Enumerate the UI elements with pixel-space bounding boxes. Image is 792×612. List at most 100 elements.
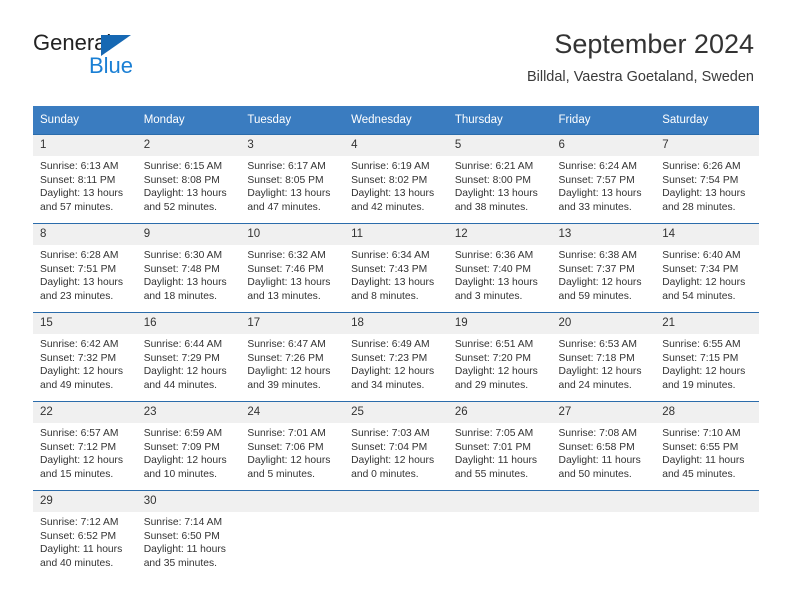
daylight-text-line2: and 23 minutes. bbox=[40, 290, 114, 302]
calendar-day-cell[interactable]: 22 Sunrise: 6:57 AM Sunset: 7:12 PM Dayl… bbox=[33, 401, 137, 491]
daylight-text-line1: Daylight: 13 hours bbox=[454, 188, 538, 200]
weekday-header-friday: Friday bbox=[551, 106, 656, 135]
day-number: 30 bbox=[136, 491, 241, 512]
calendar-day-cell[interactable]: 24 Sunrise: 7:01 AM Sunset: 7:06 PM Dayl… bbox=[240, 401, 345, 491]
calendar-day-cell[interactable]: 30 Sunrise: 7:14 AM Sunset: 6:50 PM Dayl… bbox=[136, 490, 241, 579]
daylight-text-line2: and 34 minutes. bbox=[351, 379, 425, 391]
day-number: 12 bbox=[447, 224, 552, 245]
daylight-text-line1: Daylight: 13 hours bbox=[454, 277, 538, 289]
sunrise-text: Sunrise: 6:38 AM bbox=[558, 250, 637, 261]
calendar-day-cell[interactable]: 18 Sunrise: 6:49 AM Sunset: 7:23 PM Dayl… bbox=[344, 312, 448, 402]
day-details: Sunrise: 6:24 AM Sunset: 7:57 PM Dayligh… bbox=[552, 156, 656, 214]
sunset-text: Sunset: 7:09 PM bbox=[143, 441, 220, 453]
calendar-day-cell[interactable]: 1 Sunrise: 6:13 AM Sunset: 8:11 PM Dayli… bbox=[33, 134, 137, 224]
weekday-header-wednesday: Wednesday bbox=[344, 106, 448, 135]
day-number: 9 bbox=[136, 224, 241, 245]
calendar-day-cell-empty bbox=[655, 490, 759, 579]
daylight-text-line2: and 8 minutes. bbox=[351, 290, 419, 302]
sunset-text: Sunset: 7:20 PM bbox=[454, 352, 531, 364]
daylight-text-line2: and 18 minutes. bbox=[143, 290, 217, 302]
day-number bbox=[344, 491, 448, 512]
calendar-day-cell[interactable]: 8 Sunrise: 6:28 AM Sunset: 7:51 PM Dayli… bbox=[33, 223, 137, 313]
calendar-day-cell[interactable]: 11 Sunrise: 6:34 AM Sunset: 7:43 PM Dayl… bbox=[344, 223, 448, 313]
calendar-day-cell[interactable]: 29 Sunrise: 7:12 AM Sunset: 6:52 PM Dayl… bbox=[33, 490, 137, 579]
sunrise-text: Sunrise: 6:51 AM bbox=[454, 339, 534, 350]
calendar-day-cell[interactable]: 14 Sunrise: 6:40 AM Sunset: 7:34 PM Dayl… bbox=[655, 223, 759, 313]
daylight-text-line2: and 39 minutes. bbox=[247, 379, 321, 391]
brand-logo[interactable]: General Blue bbox=[33, 30, 213, 86]
calendar-day-cell[interactable]: 27 Sunrise: 7:08 AM Sunset: 6:58 PM Dayl… bbox=[551, 401, 656, 491]
calendar-day-cell[interactable]: 23 Sunrise: 6:59 AM Sunset: 7:09 PM Dayl… bbox=[136, 401, 241, 491]
calendar-day-cell[interactable]: 28 Sunrise: 7:10 AM Sunset: 6:55 PM Dayl… bbox=[655, 401, 759, 491]
day-number: 2 bbox=[136, 135, 241, 156]
calendar-day-cell[interactable]: 17 Sunrise: 6:47 AM Sunset: 7:26 PM Dayl… bbox=[240, 312, 345, 402]
sunset-text: Sunset: 7:57 PM bbox=[558, 174, 635, 186]
calendar-day-cell[interactable]: 10 Sunrise: 6:32 AM Sunset: 7:46 PM Dayl… bbox=[240, 223, 345, 313]
sunrise-text: Sunrise: 6:17 AM bbox=[247, 161, 326, 172]
daylight-text-line1: Daylight: 13 hours bbox=[40, 277, 123, 289]
daylight-text-line1: Daylight: 13 hours bbox=[558, 188, 642, 200]
day-number: 17 bbox=[240, 313, 345, 334]
daylight-text-line2: and 38 minutes. bbox=[454, 201, 529, 213]
calendar-day-cell[interactable]: 4 Sunrise: 6:19 AM Sunset: 8:02 PM Dayli… bbox=[344, 134, 448, 224]
sunset-text: Sunset: 6:52 PM bbox=[40, 530, 117, 542]
calendar-day-cell[interactable]: 16 Sunrise: 6:44 AM Sunset: 7:29 PM Dayl… bbox=[136, 312, 241, 402]
sunrise-text: Sunrise: 6:42 AM bbox=[40, 339, 119, 350]
sunrise-text: Sunrise: 6:44 AM bbox=[143, 339, 223, 350]
calendar-day-cell-empty bbox=[447, 490, 552, 579]
calendar-day-cell[interactable]: 6 Sunrise: 6:24 AM Sunset: 7:57 PM Dayli… bbox=[551, 134, 656, 224]
calendar-page: General Blue September 2024 Billdal, Vae… bbox=[0, 0, 792, 612]
day-details: Sunrise: 6:38 AM Sunset: 7:37 PM Dayligh… bbox=[552, 245, 656, 303]
sunrise-text: Sunrise: 6:13 AM bbox=[40, 161, 119, 172]
day-number: 21 bbox=[655, 313, 759, 334]
day-details: Sunrise: 7:14 AM Sunset: 6:50 PM Dayligh… bbox=[137, 512, 241, 570]
sunrise-text: Sunrise: 7:01 AM bbox=[247, 428, 326, 439]
daylight-text-line2: and 28 minutes. bbox=[662, 201, 736, 213]
day-number: 20 bbox=[551, 313, 656, 334]
day-details: Sunrise: 6:47 AM Sunset: 7:26 PM Dayligh… bbox=[240, 334, 344, 392]
sunset-text: Sunset: 8:11 PM bbox=[40, 174, 116, 186]
day-details: Sunrise: 7:10 AM Sunset: 6:55 PM Dayligh… bbox=[655, 423, 759, 481]
sunset-text: Sunset: 7:12 PM bbox=[40, 441, 117, 453]
daylight-text-line1: Daylight: 11 hours bbox=[558, 455, 641, 467]
calendar-day-cell[interactable]: 25 Sunrise: 7:03 AM Sunset: 7:04 PM Dayl… bbox=[344, 401, 448, 491]
daylight-text-line1: Daylight: 12 hours bbox=[247, 455, 331, 467]
calendar-week-row: 1 Sunrise: 6:13 AM Sunset: 8:11 PM Dayli… bbox=[33, 134, 759, 224]
day-number: 24 bbox=[240, 402, 345, 423]
daylight-text-line2: and 55 minutes. bbox=[454, 468, 529, 480]
day-details: Sunrise: 6:59 AM Sunset: 7:09 PM Dayligh… bbox=[137, 423, 241, 481]
calendar-day-cell-empty bbox=[344, 490, 448, 579]
page-subtitle: Billdal, Vaestra Goetaland, Sweden bbox=[526, 69, 754, 85]
daylight-text-line1: Daylight: 11 hours bbox=[143, 544, 226, 556]
sunrise-text: Sunrise: 6:15 AM bbox=[143, 161, 223, 172]
day-number: 3 bbox=[240, 135, 345, 156]
calendar-day-cell[interactable]: 12 Sunrise: 6:36 AM Sunset: 7:40 PM Dayl… bbox=[447, 223, 552, 313]
sunset-text: Sunset: 7:15 PM bbox=[662, 352, 739, 364]
calendar-day-cell[interactable]: 5 Sunrise: 6:21 AM Sunset: 8:00 PM Dayli… bbox=[447, 134, 552, 224]
daylight-text-line2: and 47 minutes. bbox=[247, 201, 321, 213]
calendar-day-cell[interactable]: 20 Sunrise: 6:53 AM Sunset: 7:18 PM Dayl… bbox=[551, 312, 656, 402]
calendar-day-cell[interactable]: 2 Sunrise: 6:15 AM Sunset: 8:08 PM Dayli… bbox=[136, 134, 241, 224]
calendar-day-cell[interactable]: 3 Sunrise: 6:17 AM Sunset: 8:05 PM Dayli… bbox=[240, 134, 345, 224]
daylight-text-line2: and 33 minutes. bbox=[558, 201, 632, 213]
day-details: Sunrise: 6:21 AM Sunset: 8:00 PM Dayligh… bbox=[448, 156, 552, 214]
calendar-day-cell[interactable]: 19 Sunrise: 6:51 AM Sunset: 7:20 PM Dayl… bbox=[447, 312, 552, 402]
calendar-day-cell[interactable]: 7 Sunrise: 6:26 AM Sunset: 7:54 PM Dayli… bbox=[655, 134, 759, 224]
calendar-day-cell[interactable]: 13 Sunrise: 6:38 AM Sunset: 7:37 PM Dayl… bbox=[551, 223, 656, 313]
weekday-header-tuesday: Tuesday bbox=[240, 106, 345, 135]
day-number: 23 bbox=[136, 402, 241, 423]
brand-name-blue: Blue bbox=[89, 53, 134, 78]
day-number: 13 bbox=[551, 224, 656, 245]
daylight-text-line2: and 59 minutes. bbox=[558, 290, 632, 302]
daylight-text-line1: Daylight: 13 hours bbox=[143, 277, 227, 289]
sunrise-text: Sunrise: 7:14 AM bbox=[143, 517, 223, 528]
sunrise-text: Sunrise: 7:05 AM bbox=[454, 428, 534, 439]
day-number: 7 bbox=[655, 135, 759, 156]
day-number: 15 bbox=[33, 313, 137, 334]
sunset-text: Sunset: 7:26 PM bbox=[247, 352, 324, 364]
calendar-day-cell[interactable]: 15 Sunrise: 6:42 AM Sunset: 7:32 PM Dayl… bbox=[33, 312, 137, 402]
calendar-day-cell[interactable]: 21 Sunrise: 6:55 AM Sunset: 7:15 PM Dayl… bbox=[655, 312, 759, 402]
calendar-day-cell[interactable]: 9 Sunrise: 6:30 AM Sunset: 7:48 PM Dayli… bbox=[136, 223, 241, 313]
calendar-day-cell-empty bbox=[240, 490, 345, 579]
calendar-day-cell[interactable]: 26 Sunrise: 7:05 AM Sunset: 7:01 PM Dayl… bbox=[447, 401, 552, 491]
